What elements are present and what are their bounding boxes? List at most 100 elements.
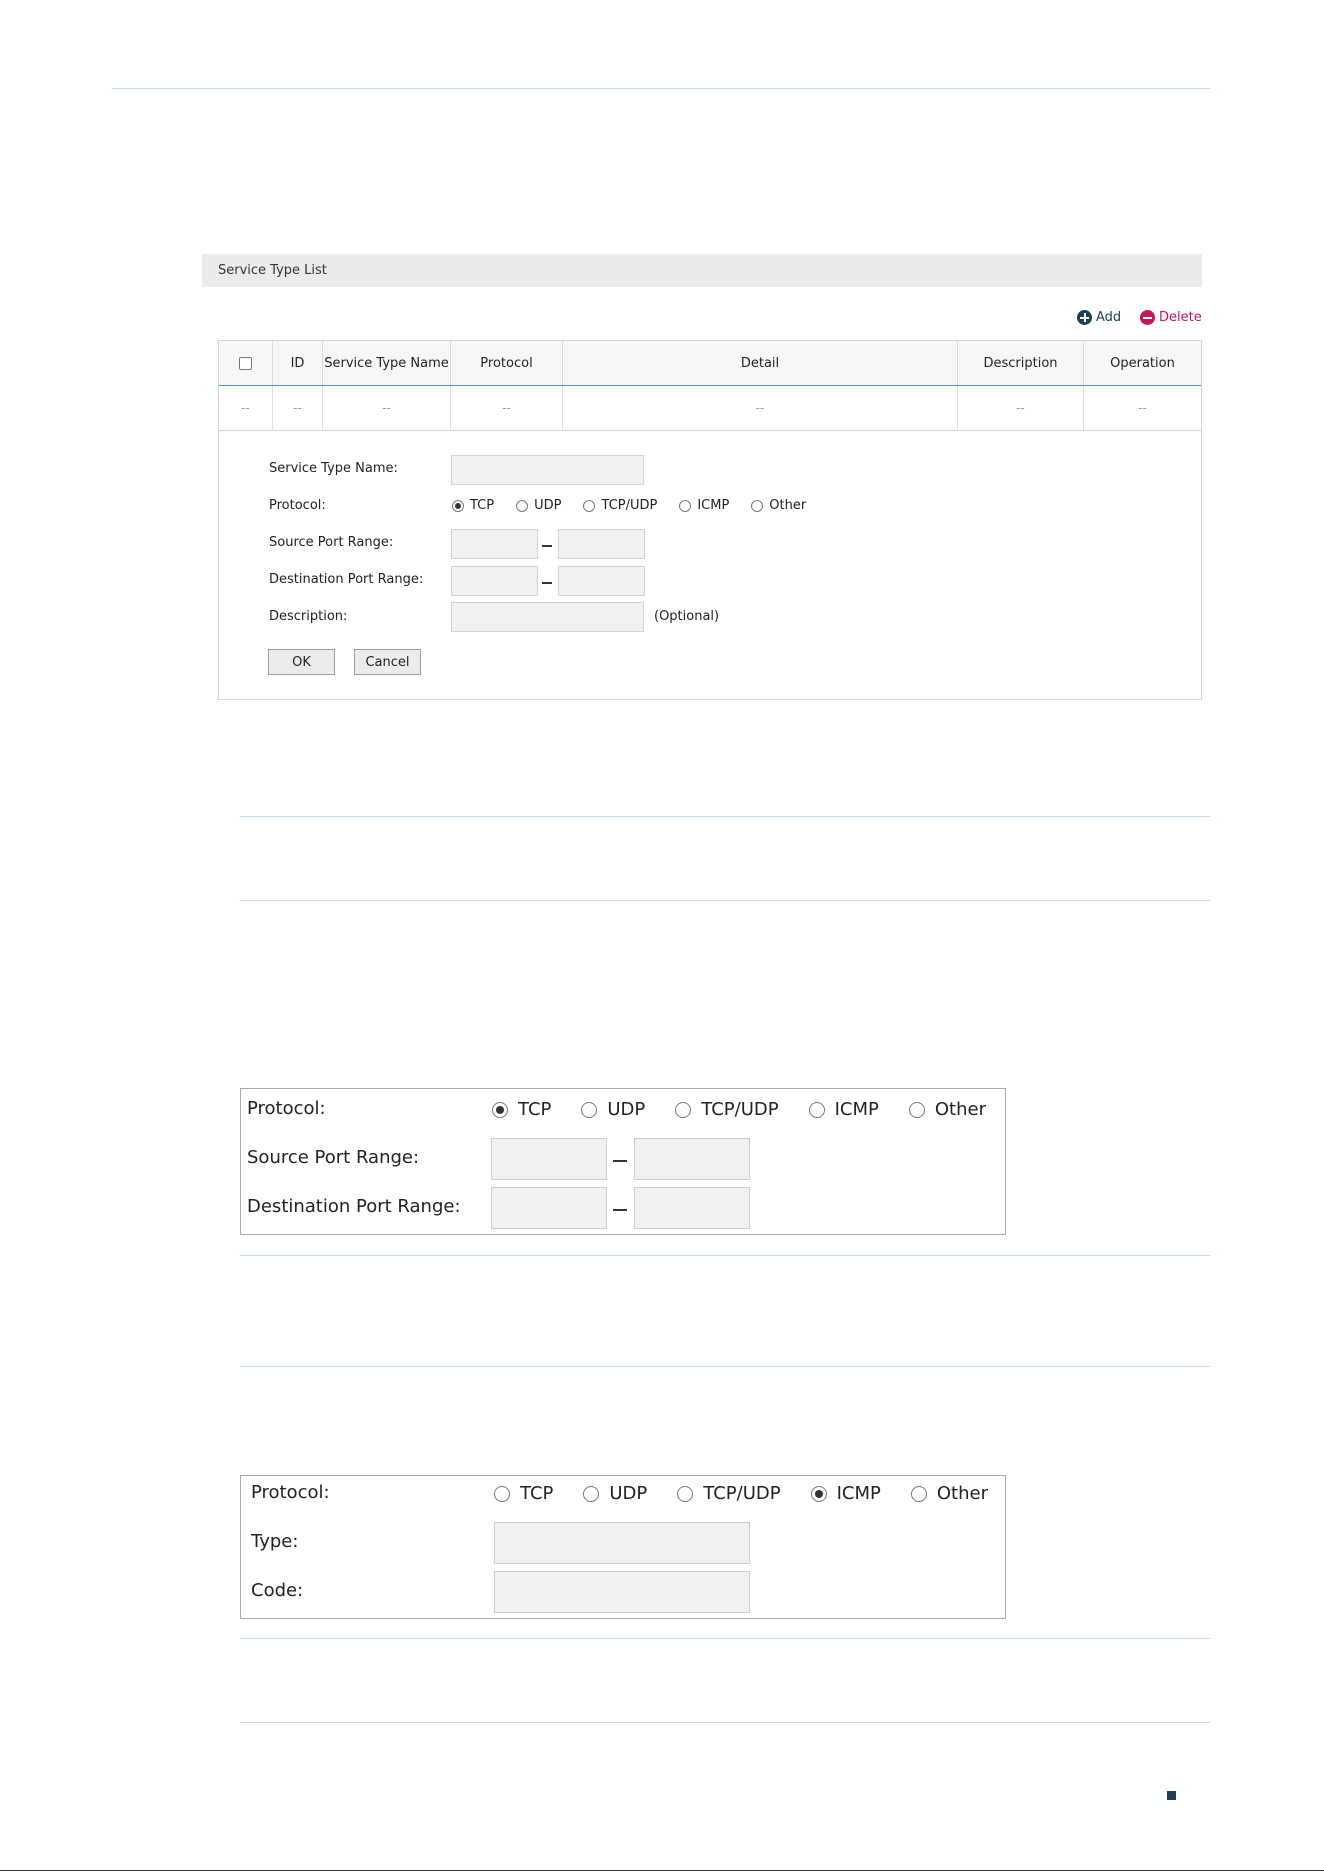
protocol-icmp-radio[interactable]: ICMP — [808, 1099, 879, 1120]
radio-icon — [581, 1101, 598, 1118]
radio-icon — [516, 499, 529, 512]
destination-port-end-input[interactable] — [558, 566, 645, 596]
radio-icon — [908, 1101, 925, 1118]
radio-label: TCP/UDP — [601, 498, 658, 513]
table-cell: -- — [323, 386, 451, 430]
column-header[interactable]: Service Type Name — [323, 341, 451, 385]
radio-label: ICMP — [834, 1099, 879, 1120]
radio-label: TCP — [518, 1099, 552, 1120]
radio-selected-icon — [810, 1485, 827, 1502]
radio-icon — [751, 499, 764, 512]
protocol-radio-group: TCP UDP TCP/UDP ICMP Other — [492, 1099, 986, 1120]
radio-selected-icon — [452, 499, 464, 512]
divider-rule — [240, 1638, 1210, 1639]
protocol-tcpudp-radio[interactable]: TCP/UDP — [677, 1483, 781, 1504]
radio-label: Other — [936, 1483, 988, 1504]
footer-rule — [0, 1870, 1324, 1871]
protocol-label: Protocol: — [251, 1482, 330, 1503]
radio-label: TCP — [470, 498, 495, 513]
protocol-tcp-radio[interactable]: TCP — [452, 498, 494, 513]
destination-port-end-input[interactable] — [634, 1187, 750, 1229]
protocol-other-radio[interactable]: Other — [908, 1099, 986, 1120]
radio-icon — [910, 1485, 927, 1502]
radio-icon — [677, 1485, 694, 1502]
delete-button[interactable]: Delete — [1140, 310, 1202, 325]
protocol-tcpudp-radio[interactable]: TCP/UDP — [675, 1099, 779, 1120]
optional-hint: (Optional) — [654, 609, 720, 624]
column-header[interactable]: Protocol — [451, 341, 563, 385]
type-label: Type: — [251, 1531, 299, 1552]
type-input[interactable] — [494, 1522, 750, 1564]
protocol-label: Protocol: — [247, 1098, 326, 1119]
table-cell: -- — [451, 386, 563, 430]
table-cell: -- — [958, 386, 1084, 430]
radio-icon — [808, 1101, 825, 1118]
protocol-tcp-radio[interactable]: TCP — [494, 1483, 553, 1504]
delete-icon — [1140, 310, 1155, 325]
protocol-icmp-radio[interactable]: ICMP — [810, 1483, 881, 1504]
range-separator — [613, 1160, 627, 1162]
description-input[interactable] — [451, 602, 644, 632]
radio-label: UDP — [609, 1483, 648, 1504]
protocol-other-radio[interactable]: Other — [751, 498, 806, 513]
protocol-radio-group: TCP UDP TCP/UDP ICMP Other — [494, 1483, 988, 1504]
protocol-other-radio[interactable]: Other — [910, 1483, 988, 1504]
source-port-end-input[interactable] — [558, 529, 645, 559]
divider-rule — [240, 1366, 1210, 1367]
protocol-tcpudp-radio[interactable]: TCP/UDP — [583, 498, 657, 513]
source-port-end-input[interactable] — [634, 1138, 750, 1180]
page-marker — [1167, 1791, 1176, 1800]
protocol-udp-radio[interactable]: UDP — [583, 1483, 647, 1504]
protocol-tcp-radio[interactable]: TCP — [492, 1099, 551, 1120]
protocol-icmp-radio[interactable]: ICMP — [679, 498, 729, 513]
table-cell: -- — [563, 386, 958, 430]
protocol-udp-radio[interactable]: UDP — [516, 498, 561, 513]
add-button[interactable]: Add — [1077, 310, 1121, 325]
ok-button[interactable]: OK — [268, 649, 335, 675]
delete-label: Delete — [1159, 310, 1202, 325]
code-label: Code: — [251, 1580, 304, 1601]
column-header[interactable]: Operation — [1084, 341, 1201, 385]
radio-label: UDP — [607, 1099, 646, 1120]
column-header[interactable]: ID — [273, 341, 323, 385]
service-type-name-input[interactable] — [451, 455, 644, 485]
radio-label: ICMP — [836, 1483, 881, 1504]
column-header[interactable]: Description — [958, 341, 1084, 385]
destination-port-range-label: Destination Port Range: — [247, 1196, 461, 1217]
range-separator — [542, 582, 552, 584]
radio-icon — [583, 1485, 600, 1502]
add-label: Add — [1096, 310, 1122, 325]
divider-rule — [240, 1255, 1210, 1256]
divider-rule — [240, 816, 1210, 817]
protocol-label: Protocol: — [269, 498, 326, 513]
radio-icon — [679, 499, 692, 512]
table-header: ID Service Type Name Protocol Detail Des… — [219, 341, 1201, 386]
radio-label: TCP — [520, 1483, 554, 1504]
table-cell: -- — [1138, 401, 1147, 415]
protocol-udp-radio[interactable]: UDP — [581, 1099, 645, 1120]
select-all-checkbox[interactable] — [239, 356, 252, 370]
divider-rule — [240, 900, 1210, 901]
table-cell: -- — [273, 386, 323, 430]
protocol-radio-group: TCP UDP TCP/UDP ICMP Other — [452, 498, 806, 513]
radio-icon — [583, 499, 596, 512]
range-separator — [613, 1209, 627, 1211]
header-rule — [112, 88, 1210, 89]
divider-rule — [240, 1722, 1210, 1723]
radio-label: Other — [934, 1099, 986, 1120]
code-input[interactable] — [494, 1571, 750, 1613]
destination-port-start-input[interactable] — [451, 566, 538, 596]
radio-icon — [494, 1485, 510, 1502]
radio-label: ICMP — [697, 498, 730, 513]
source-port-start-input[interactable] — [491, 1138, 607, 1180]
add-icon — [1077, 310, 1092, 325]
column-header[interactable]: Detail — [563, 341, 958, 385]
destination-port-start-input[interactable] — [491, 1187, 607, 1229]
radio-label: Other — [769, 498, 807, 513]
destination-port-range-label: Destination Port Range: — [269, 572, 424, 587]
cancel-button[interactable]: Cancel — [354, 649, 421, 675]
source-port-start-input[interactable] — [451, 529, 538, 559]
select-all-cell — [219, 341, 273, 385]
radio-label: TCP/UDP — [703, 1483, 781, 1504]
radio-selected-icon — [492, 1101, 508, 1118]
